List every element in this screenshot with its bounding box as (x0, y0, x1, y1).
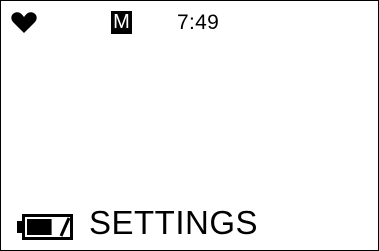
heart-icon (11, 12, 37, 34)
menu-label[interactable]: SETTINGS (89, 203, 258, 243)
battery-icon (17, 214, 73, 240)
device-screen: M 7:49 SETTINGS (0, 0, 379, 251)
clock: 7:49 (177, 11, 220, 34)
bottom-bar: SETTINGS (1, 197, 378, 250)
mode-badge: M (111, 11, 132, 34)
battery-fill (27, 219, 52, 235)
status-bar: M 7:49 (1, 1, 378, 45)
